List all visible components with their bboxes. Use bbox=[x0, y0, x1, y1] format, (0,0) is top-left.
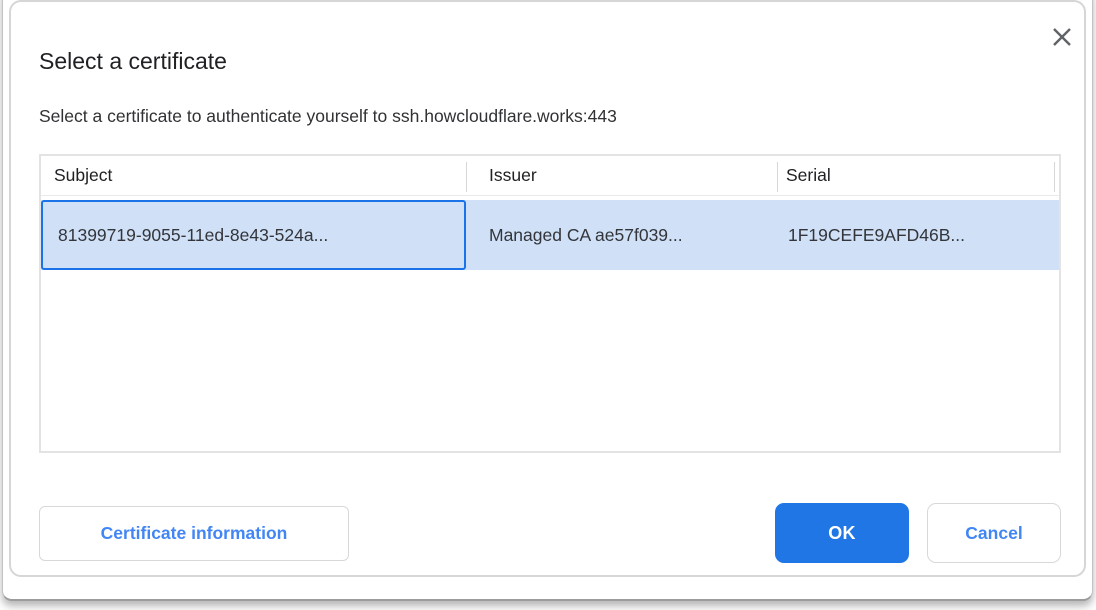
dialog-subtitle: Select a certificate to authenticate you… bbox=[39, 104, 617, 128]
selected-cell-focus-ring bbox=[41, 200, 466, 270]
dialog-title: Select a certificate bbox=[39, 46, 227, 76]
certificate-information-button[interactable]: Certificate information bbox=[39, 506, 349, 561]
column-divider bbox=[1054, 162, 1055, 192]
cancel-button[interactable]: Cancel bbox=[927, 503, 1061, 563]
cell-issuer[interactable]: Managed CA ae57f039... bbox=[489, 200, 683, 270]
cell-serial[interactable]: 1F19CEFE9AFD46B... bbox=[788, 200, 965, 270]
close-icon[interactable] bbox=[1047, 22, 1077, 52]
certificate-table: Subject Issuer Serial 81399719-9055-11ed… bbox=[39, 154, 1061, 453]
column-header-serial[interactable]: Serial bbox=[786, 156, 831, 195]
close-x-glyph bbox=[1051, 26, 1073, 48]
column-divider bbox=[466, 162, 467, 192]
column-header-subject[interactable]: Subject bbox=[54, 156, 112, 195]
ok-button[interactable]: OK bbox=[775, 503, 909, 563]
select-certificate-dialog: Select a certificate Select a certificat… bbox=[9, 0, 1086, 577]
column-header-issuer[interactable]: Issuer bbox=[489, 156, 537, 195]
table-header-row: Subject Issuer Serial bbox=[41, 156, 1059, 196]
column-divider bbox=[777, 162, 778, 192]
certificate-row-selected[interactable]: 81399719-9055-11ed-8e43-524a... Managed … bbox=[41, 200, 1059, 270]
